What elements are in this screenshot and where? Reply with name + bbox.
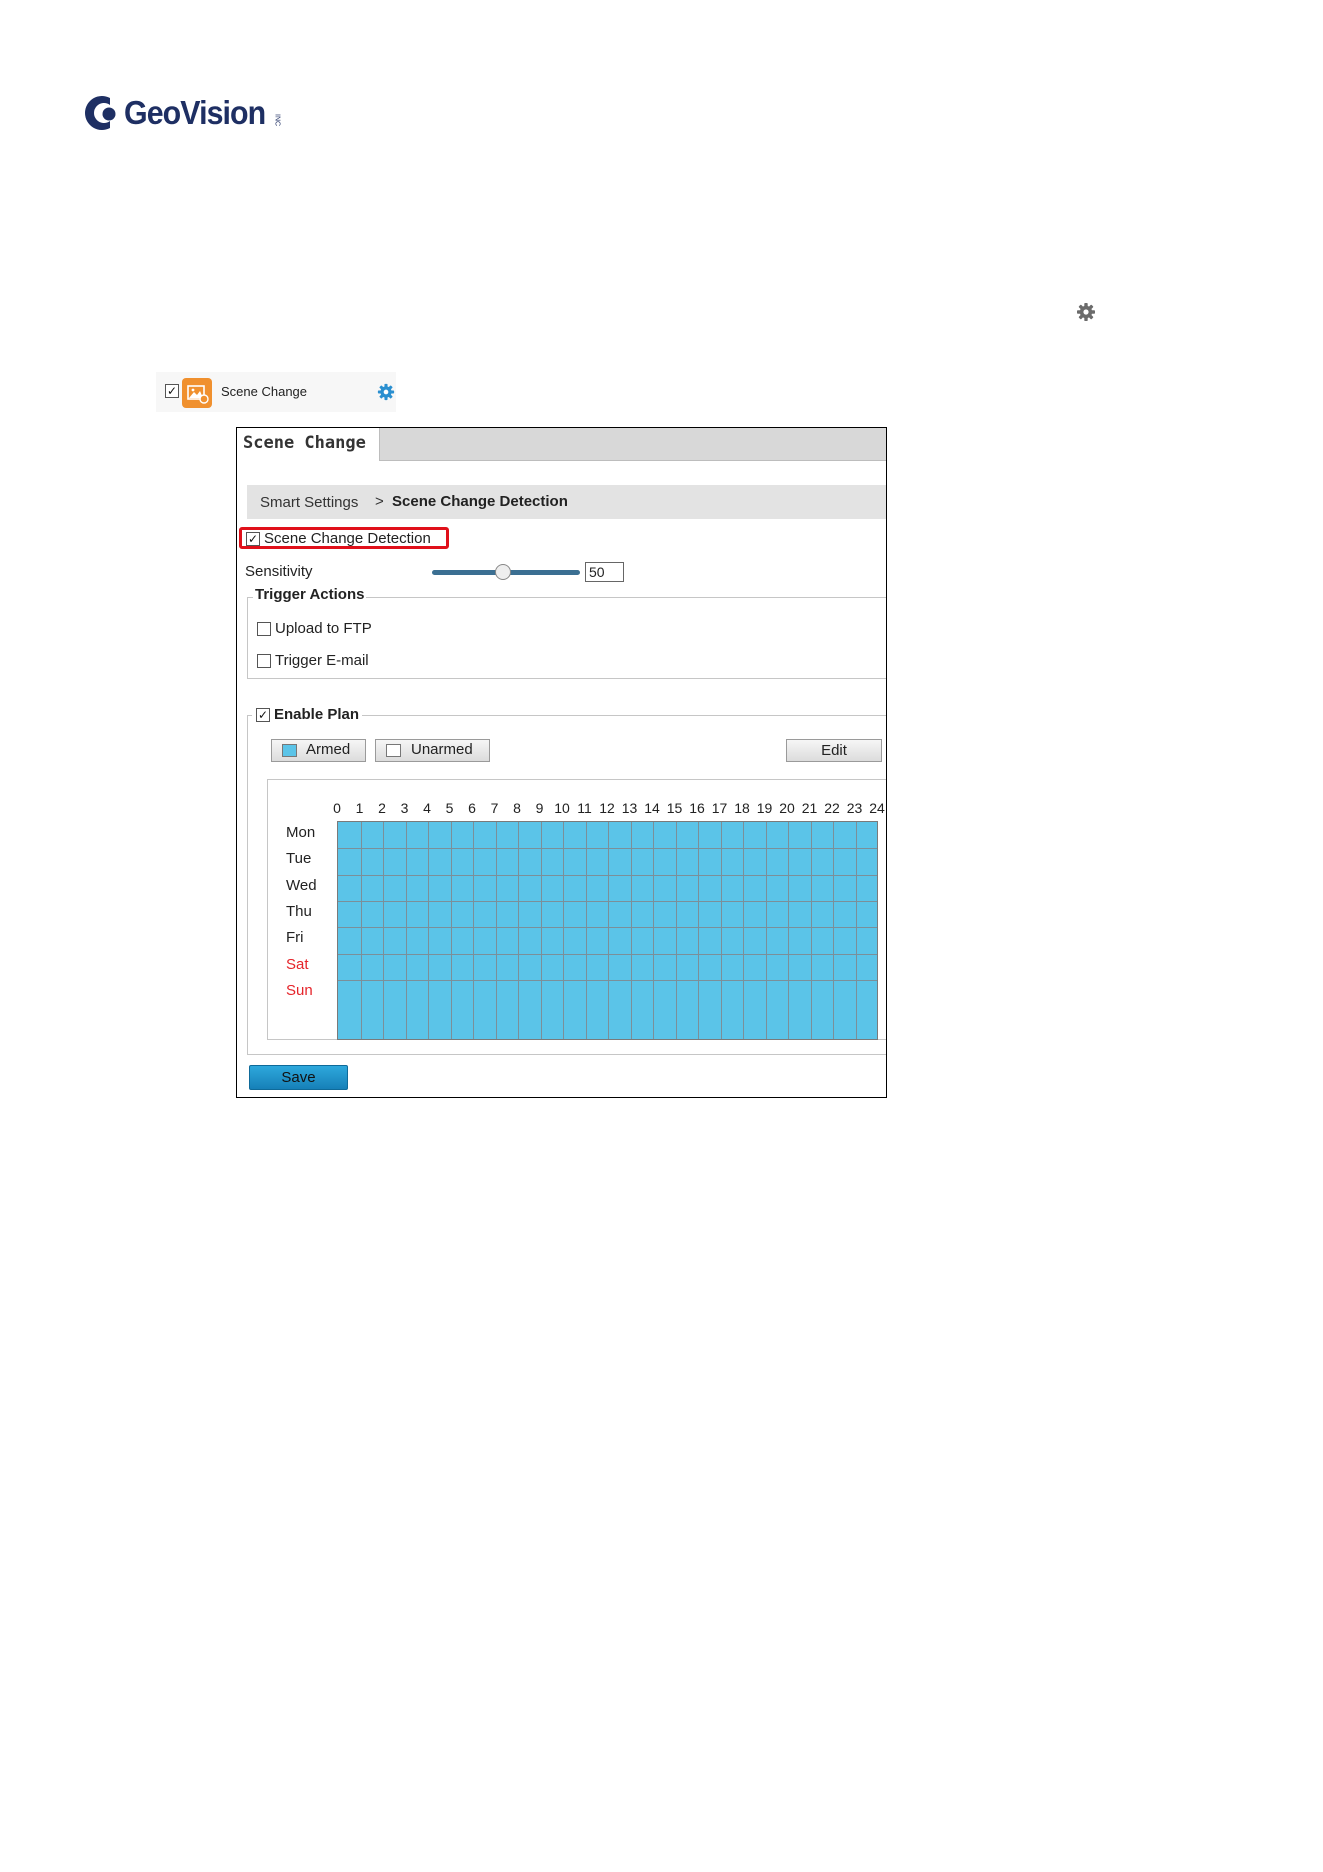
sensitivity-value-input[interactable]: 50	[585, 562, 624, 582]
gear-icon	[1076, 302, 1096, 322]
trigger-actions-title: Trigger Actions	[253, 586, 367, 603]
scene-change-panel: Scene Change Smart Settings > Scene Chan…	[236, 427, 887, 1098]
grid-line	[743, 822, 744, 1039]
hour-label: 14	[644, 800, 660, 816]
grid-line	[450, 822, 452, 1039]
tab-scene-change[interactable]: Scene Change	[237, 428, 380, 461]
day-label: Wed	[286, 876, 317, 894]
grid-line	[810, 822, 812, 1039]
grid-line	[338, 848, 877, 850]
day-label: Tue	[286, 850, 312, 868]
grid-line	[608, 822, 609, 1039]
save-button[interactable]: Save	[249, 1065, 348, 1090]
hour-label: 1	[355, 800, 364, 816]
grid-line	[405, 822, 407, 1039]
hour-label: 2	[378, 800, 386, 816]
hour-label: 19	[756, 800, 773, 816]
day-label: Sat	[286, 955, 309, 973]
unarmed-label: Unarmed	[411, 741, 473, 758]
hour-label: 9	[535, 800, 544, 816]
hour-label: 7	[490, 800, 499, 816]
trigger-email-checkbox[interactable]	[257, 654, 271, 668]
enable-plan-checkbox[interactable]: ✓	[256, 708, 270, 722]
grid-line	[338, 900, 877, 902]
hour-label: 20	[779, 800, 795, 816]
hour-label: 22	[824, 800, 840, 816]
tab-label: Scene Change	[243, 433, 366, 453]
sensitivity-slider-handle[interactable]	[495, 564, 511, 580]
grid-line	[495, 822, 497, 1039]
grid-line	[518, 822, 519, 1039]
schedule-grid[interactable]	[337, 821, 878, 1040]
grid-line	[473, 822, 474, 1039]
armed-label: Armed	[306, 741, 351, 758]
scene-change-feature-row: ✓ Scene Change	[156, 372, 396, 412]
scene-change-feature-label: Scene Change	[221, 384, 308, 399]
unarmed-swatch	[386, 744, 401, 757]
enable-plan-label: Enable Plan	[274, 706, 360, 723]
grid-line	[698, 822, 699, 1039]
grid-line	[360, 822, 362, 1039]
scene-change-detection-checkbox[interactable]: ✓	[246, 532, 260, 546]
grid-line	[833, 822, 834, 1039]
sensitivity-label: Sensitivity	[245, 563, 313, 580]
grid-line	[540, 822, 542, 1039]
grid-line	[765, 822, 767, 1039]
grid-line	[855, 822, 857, 1039]
settings-gear-icon[interactable]	[377, 383, 395, 401]
grid-line	[653, 822, 654, 1039]
hour-label: 23	[846, 800, 863, 816]
logo-trademark: INC	[273, 113, 281, 127]
hour-label: 0	[333, 800, 341, 816]
grid-line	[428, 822, 429, 1039]
grid-line	[563, 822, 564, 1039]
grid-line	[585, 822, 587, 1039]
unarmed-button[interactable]: Unarmed	[375, 739, 490, 762]
hour-label: 5	[445, 800, 454, 816]
grid-line	[788, 822, 789, 1039]
hour-label: 15	[666, 800, 683, 816]
grid-line	[338, 874, 877, 876]
hour-label: 6	[468, 800, 476, 816]
breadcrumb-current: Scene Change Detection	[392, 493, 568, 510]
scene-change-feature-checkbox[interactable]: ✓	[165, 384, 179, 398]
breadcrumb-separator: >	[375, 493, 384, 510]
hour-label: 21	[801, 800, 818, 816]
grid-line	[338, 979, 877, 981]
day-label: Thu	[286, 902, 312, 920]
upload-ftp-label: Upload to FTP	[275, 620, 372, 637]
scene-change-image-icon	[182, 378, 212, 408]
hour-label: 8	[513, 800, 521, 816]
grid-line	[338, 953, 877, 955]
hour-label: 24	[869, 800, 885, 816]
hour-label: 4	[423, 800, 431, 816]
edit-button[interactable]: Edit	[786, 739, 882, 762]
day-label: Sun	[286, 981, 313, 999]
hour-label: 17	[711, 800, 728, 816]
hour-label: 18	[734, 800, 750, 816]
armed-swatch	[282, 744, 297, 757]
grid-line	[720, 822, 722, 1039]
trigger-email-label: Trigger E-mail	[275, 652, 369, 669]
logo-wordmark: GeoVision	[124, 94, 266, 131]
hour-label: 13	[621, 800, 638, 816]
armed-button[interactable]: Armed	[271, 739, 366, 762]
hour-label: 3	[400, 800, 409, 816]
breadcrumb: Smart Settings > Scene Change Detection	[247, 485, 886, 519]
day-label: Mon	[286, 824, 316, 841]
geovision-logo: GeoVision INC	[80, 88, 281, 138]
hour-label: 10	[554, 800, 570, 816]
hour-label: 16	[689, 800, 705, 816]
scene-change-detection-label: Scene Change Detection	[264, 530, 431, 547]
geovision-logo-icon	[80, 91, 120, 135]
upload-ftp-checkbox[interactable]	[257, 622, 271, 636]
hour-label: 12	[599, 800, 615, 816]
grid-line	[675, 822, 677, 1039]
hour-label: 11	[577, 800, 592, 816]
grid-line	[630, 822, 632, 1039]
grid-line	[383, 822, 384, 1039]
day-label: Fri	[286, 929, 304, 947]
grid-line	[338, 927, 877, 929]
breadcrumb-parent[interactable]: Smart Settings	[260, 494, 358, 511]
